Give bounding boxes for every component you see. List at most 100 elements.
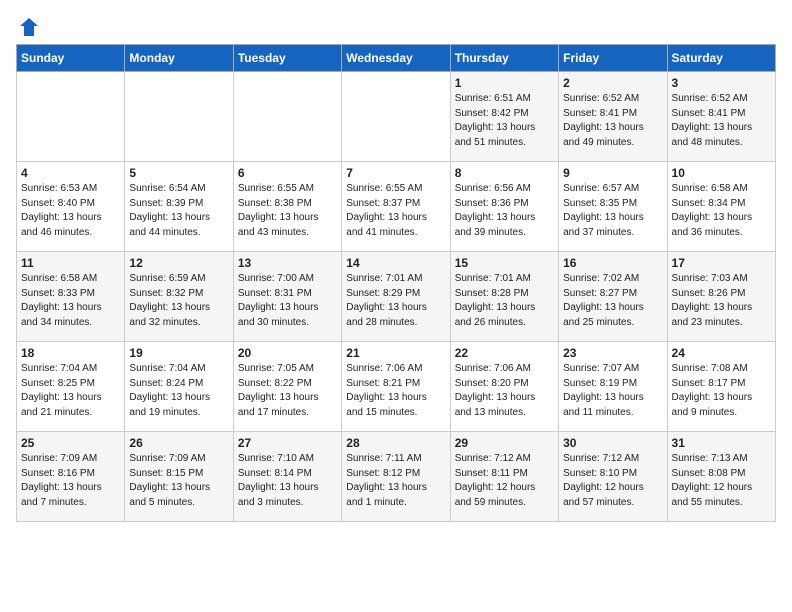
- calendar-cell: [125, 72, 233, 162]
- day-number: 1: [455, 76, 554, 90]
- day-number: 22: [455, 346, 554, 360]
- day-info: Sunrise: 7:06 AMSunset: 8:21 PMDaylight:…: [346, 362, 445, 420]
- calendar-cell: [17, 72, 125, 162]
- calendar-cell: 26Sunrise: 7:09 AMSunset: 8:15 PMDayligh…: [125, 432, 233, 522]
- calendar-cell: 9 Sunrise: 6:57 AMSunset: 8:35 PMDaylight…: [559, 162, 667, 252]
- day-number: 16: [563, 256, 662, 270]
- day-info: Sunrise: 7:09 AMSunset: 8:15 PMDaylight:…: [129, 452, 228, 510]
- day-number: 14: [346, 256, 445, 270]
- day-number: 5: [129, 166, 228, 180]
- calendar-cell: 14Sunrise: 7:01 AMSunset: 8:29 PMDayligh…: [342, 252, 450, 342]
- day-number: 10: [672, 166, 771, 180]
- weekday-header-sunday: Sunday: [17, 45, 125, 72]
- weekday-header-tuesday: Tuesday: [233, 45, 341, 72]
- calendar-cell: 7Sunrise: 6:55 AMSunset: 8:37 PMDaylight…: [342, 162, 450, 252]
- day-info: Sunrise: 6:55 AMSunset: 8:37 PMDaylight:…: [346, 182, 445, 240]
- calendar-cell: 16Sunrise: 7:02 AMSunset: 8:27 PMDayligh…: [559, 252, 667, 342]
- day-number: 24: [672, 346, 771, 360]
- day-info: Sunrise: 7:01 AMSunset: 8:28 PMDaylight:…: [455, 272, 554, 330]
- week-row-5: 25 Sunrise: 7:09 AMSunset: 8:16 PMDayligh…: [17, 432, 776, 522]
- week-row-3: 11 Sunrise: 6:58 AMSunset: 8:33 PMDayligh…: [17, 252, 776, 342]
- day-number: 13: [238, 256, 337, 270]
- day-number: 21: [346, 346, 445, 360]
- weekday-header-friday: Friday: [559, 45, 667, 72]
- day-info: Sunrise: 7:13 AMSunset: 8:08 PMDaylight:…: [672, 452, 771, 510]
- day-info: Sunrise: 7:00 AMSunset: 8:31 PMDaylight:…: [238, 272, 337, 330]
- weekday-header-wednesday: Wednesday: [342, 45, 450, 72]
- page-header: [16, 16, 776, 34]
- day-info: Sunrise: 7:07 AMSunset: 8:19 PMDaylight:…: [563, 362, 662, 420]
- day-info: Sunrise: 7:04 AMSunset: 8:25 PMDaylight:…: [21, 362, 120, 420]
- day-info: Sunrise: 7:05 AMSunset: 8:22 PMDaylight:…: [238, 362, 337, 420]
- day-info: Sunrise: 7:10 AMSunset: 8:14 PMDaylight:…: [238, 452, 337, 510]
- day-info: Sunrise: 6:55 AMSunset: 8:38 PMDaylight:…: [238, 182, 337, 240]
- day-info: Sunrise: 6:54 AMSunset: 8:39 PMDaylight:…: [129, 182, 228, 240]
- day-info: Sunrise: 7:11 AMSunset: 8:12 PMDaylight:…: [346, 452, 445, 510]
- calendar-cell: 6 Sunrise: 6:55 AMSunset: 8:38 PMDaylight…: [233, 162, 341, 252]
- week-row-1: 1 Sunrise: 6:51 AMSunset: 8:42 PMDaylight…: [17, 72, 776, 162]
- day-number: 18: [21, 346, 120, 360]
- day-info: Sunrise: 6:52 AMSunset: 8:41 PMDaylight:…: [672, 92, 771, 150]
- calendar-cell: 25 Sunrise: 7:09 AMSunset: 8:16 PMDayligh…: [17, 432, 125, 522]
- calendar-cell: 27 Sunrise: 7:10 AMSunset: 8:14 PMDayligh…: [233, 432, 341, 522]
- calendar-cell: 13 Sunrise: 7:00 AMSunset: 8:31 PMDayligh…: [233, 252, 341, 342]
- calendar-cell: 15Sunrise: 7:01 AMSunset: 8:28 PMDayligh…: [450, 252, 558, 342]
- calendar-cell: 19Sunrise: 7:04 AMSunset: 8:24 PMDayligh…: [125, 342, 233, 432]
- calendar-cell: 28 Sunrise: 7:11 AMSunset: 8:12 PMDayligh…: [342, 432, 450, 522]
- day-info: Sunrise: 6:58 AMSunset: 8:33 PMDaylight:…: [21, 272, 120, 330]
- day-number: 4: [21, 166, 120, 180]
- day-number: 27: [238, 436, 337, 450]
- calendar-table: SundayMondayTuesdayWednesdayThursdayFrid…: [16, 44, 776, 522]
- day-info: Sunrise: 6:56 AMSunset: 8:36 PMDaylight:…: [455, 182, 554, 240]
- calendar-cell: 29 Sunrise: 7:12 AMSunset: 8:11 PMDayligh…: [450, 432, 558, 522]
- calendar-cell: 3 Sunrise: 6:52 AMSunset: 8:41 PMDaylight…: [667, 72, 775, 162]
- calendar-cell: 2 Sunrise: 6:52 AMSunset: 8:41 PMDaylight…: [559, 72, 667, 162]
- calendar-cell: 11 Sunrise: 6:58 AMSunset: 8:33 PMDayligh…: [17, 252, 125, 342]
- calendar-cell: 10 Sunrise: 6:58 AMSunset: 8:34 PMDayligh…: [667, 162, 775, 252]
- day-info: Sunrise: 6:53 AMSunset: 8:40 PMDaylight:…: [21, 182, 120, 240]
- day-info: Sunrise: 7:09 AMSunset: 8:16 PMDaylight:…: [21, 452, 120, 510]
- calendar-cell: 17Sunrise: 7:03 AMSunset: 8:26 PMDayligh…: [667, 252, 775, 342]
- logo-icon: [18, 16, 40, 38]
- weekday-header-saturday: Saturday: [667, 45, 775, 72]
- calendar-cell: 8 Sunrise: 6:56 AMSunset: 8:36 PMDaylight…: [450, 162, 558, 252]
- calendar-cell: 31 Sunrise: 7:13 AMSunset: 8:08 PMDayligh…: [667, 432, 775, 522]
- day-info: Sunrise: 6:51 AMSunset: 8:42 PMDaylight:…: [455, 92, 554, 150]
- day-info: Sunrise: 6:52 AMSunset: 8:41 PMDaylight:…: [563, 92, 662, 150]
- day-info: Sunrise: 7:12 AMSunset: 8:11 PMDaylight:…: [455, 452, 554, 510]
- weekday-header-row: SundayMondayTuesdayWednesdayThursdayFrid…: [17, 45, 776, 72]
- day-number: 17: [672, 256, 771, 270]
- day-number: 31: [672, 436, 771, 450]
- calendar-cell: 20 Sunrise: 7:05 AMSunset: 8:22 PMDayligh…: [233, 342, 341, 432]
- day-info: Sunrise: 6:57 AMSunset: 8:35 PMDaylight:…: [563, 182, 662, 240]
- day-number: 25: [21, 436, 120, 450]
- calendar-cell: [342, 72, 450, 162]
- day-number: 28: [346, 436, 445, 450]
- calendar-cell: 22 Sunrise: 7:06 AMSunset: 8:20 PMDayligh…: [450, 342, 558, 432]
- day-number: 30: [563, 436, 662, 450]
- day-number: 12: [129, 256, 228, 270]
- logo: [16, 16, 40, 34]
- day-number: 11: [21, 256, 120, 270]
- calendar-cell: 1 Sunrise: 6:51 AMSunset: 8:42 PMDaylight…: [450, 72, 558, 162]
- day-number: 6: [238, 166, 337, 180]
- calendar-cell: [233, 72, 341, 162]
- calendar-cell: 4 Sunrise: 6:53 AMSunset: 8:40 PMDaylight…: [17, 162, 125, 252]
- day-info: Sunrise: 6:58 AMSunset: 8:34 PMDaylight:…: [672, 182, 771, 240]
- calendar-cell: 12Sunrise: 6:59 AMSunset: 8:32 PMDayligh…: [125, 252, 233, 342]
- calendar-cell: 5 Sunrise: 6:54 AMSunset: 8:39 PMDaylight…: [125, 162, 233, 252]
- calendar-cell: 18 Sunrise: 7:04 AMSunset: 8:25 PMDayligh…: [17, 342, 125, 432]
- day-number: 2: [563, 76, 662, 90]
- day-number: 9: [563, 166, 662, 180]
- day-number: 8: [455, 166, 554, 180]
- day-info: Sunrise: 7:06 AMSunset: 8:20 PMDaylight:…: [455, 362, 554, 420]
- week-row-4: 18 Sunrise: 7:04 AMSunset: 8:25 PMDayligh…: [17, 342, 776, 432]
- day-number: 23: [563, 346, 662, 360]
- day-info: Sunrise: 7:08 AMSunset: 8:17 PMDaylight:…: [672, 362, 771, 420]
- day-number: 19: [129, 346, 228, 360]
- week-row-2: 4 Sunrise: 6:53 AMSunset: 8:40 PMDaylight…: [17, 162, 776, 252]
- day-number: 20: [238, 346, 337, 360]
- day-number: 3: [672, 76, 771, 90]
- day-number: 29: [455, 436, 554, 450]
- day-info: Sunrise: 7:12 AMSunset: 8:10 PMDaylight:…: [563, 452, 662, 510]
